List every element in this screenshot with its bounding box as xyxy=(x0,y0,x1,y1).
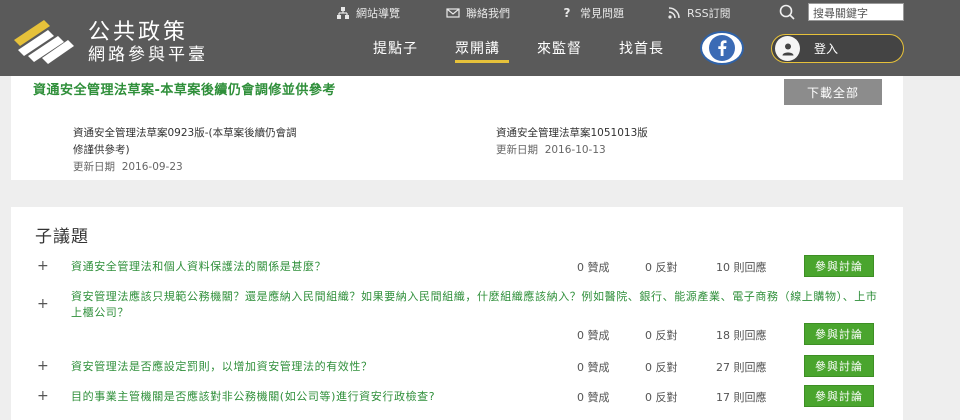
util-label: 網站導覽 xyxy=(356,7,400,20)
facebook-icon xyxy=(709,35,735,61)
subtopic-question[interactable]: 資安管理法是否應設定罰則，以增加資安管理法的有效性？ xyxy=(71,359,541,375)
search-icon[interactable] xyxy=(778,4,796,20)
question-icon: ? xyxy=(563,6,571,20)
util-link-contact[interactable]: 聯絡我們 xyxy=(446,5,510,21)
reply-count: 18 則回應 xyxy=(716,329,767,342)
user-icon xyxy=(775,36,800,61)
reply-count: 17 則回應 xyxy=(716,391,767,404)
facebook-button[interactable] xyxy=(700,31,744,65)
subtopics-card: 子議題 + 資通安全管理法和個人資料保護法的關係是甚麼？ 0 贊成 0 反對 1… xyxy=(11,207,903,420)
util-label: 聯絡我們 xyxy=(466,7,510,20)
rss-icon xyxy=(668,7,680,19)
agree-count: 0 贊成 xyxy=(577,391,610,404)
subtopic-row: + 資安管理法是否應設定罰則，以增加資安管理法的有效性？ 0 贊成 0 反對 2… xyxy=(11,355,903,381)
search-input[interactable]: 搜尋關鍵字 xyxy=(808,3,904,21)
join-discussion-button[interactable]: 參與討論 xyxy=(804,323,874,345)
join-discussion-button[interactable]: 參與討論 xyxy=(804,255,874,277)
util-label: RSS訂閱 xyxy=(687,7,731,20)
agree-count: 0 贊成 xyxy=(577,261,610,274)
agree-count: 0 贊成 xyxy=(577,361,610,374)
version-name[interactable]: 修謹供參考) xyxy=(73,142,297,159)
download-all-button[interactable]: 下載全部 xyxy=(784,79,882,105)
site-logo-icon[interactable] xyxy=(8,12,78,64)
expand-plus-icon[interactable]: + xyxy=(37,258,49,274)
expand-plus-icon[interactable]: + xyxy=(37,296,49,312)
document-version-2[interactable]: 資通安全管理法草案1051013版 更新日期 2016-10-13 xyxy=(496,125,648,159)
join-discussion-button[interactable]: 參與討論 xyxy=(804,355,874,377)
version-name[interactable]: 資通安全管理法草案0923版-(本草案後續仍會調 xyxy=(73,125,297,142)
nav-tab-discussion[interactable]: 眾開講 xyxy=(455,38,500,58)
reply-count: 10 則回應 xyxy=(716,261,767,274)
util-label: 常見問題 xyxy=(580,7,624,20)
util-link-faq[interactable]: ? 常見問題 xyxy=(560,5,624,21)
login-button[interactable]: 登入 xyxy=(771,34,904,63)
subtopic-question[interactable]: 目的事業主管機關是否應該對非公務機關(如公司等)進行資安行政檢查? xyxy=(71,389,561,405)
reply-count: 27 則回應 xyxy=(716,361,767,374)
subtopic-question[interactable]: 資安管理法應該只規範公務機關？還是應納入民間組織？如果要納入民間組織，什麼組織應… xyxy=(71,289,883,321)
subtopic-row: + 目的事業主管機關是否應該對非公務機關(如公司等)進行資安行政檢查? 0 贊成… xyxy=(11,385,903,411)
document-version-1[interactable]: 資通安全管理法草案0923版-(本草案後續仍會調 修謹供參考) 更新日期 201… xyxy=(73,125,297,176)
nav-tab-leaders[interactable]: 找首長 xyxy=(619,38,664,58)
join-discussion-button[interactable]: 參與討論 xyxy=(804,385,874,407)
subtopic-question[interactable]: 資通安全管理法和個人資料保護法的關係是甚麼？ xyxy=(71,259,541,275)
mail-icon xyxy=(446,8,460,18)
subtopics-heading: 子議題 xyxy=(35,227,89,247)
subtopic-row: + 資通安全管理法和個人資料保護法的關係是甚麼？ 0 贊成 0 反對 10 則回… xyxy=(11,255,903,281)
sitemap-icon xyxy=(337,7,349,19)
brand-subtitle: 網路參與平臺 xyxy=(88,45,208,65)
oppose-count: 0 反對 xyxy=(645,361,678,374)
version-date: 更新日期 2016-09-23 xyxy=(73,161,183,173)
nav-tab-ideas[interactable]: 提點子 xyxy=(373,38,418,58)
util-link-rss[interactable]: RSS訂閱 xyxy=(667,5,731,21)
nav-tab-monitor[interactable]: 來監督 xyxy=(537,38,582,58)
subtopic-row: + 資安管理法應該只規範公務機關？還是應納入民間組織？如果要納入民間組織，什麼組… xyxy=(11,287,903,347)
agree-count: 0 贊成 xyxy=(577,329,610,342)
expand-plus-icon[interactable]: + xyxy=(37,388,49,404)
site-header: 公共政策 網路參與平臺 網站導覽 聯絡我們 ? 常見問題 RSS訂閱 搜尋關鍵字… xyxy=(0,0,960,76)
document-title: 資通安全管理法草案-本草案後續仍會調修並供參考 xyxy=(33,83,336,98)
util-link-sitemap[interactable]: 網站導覽 xyxy=(336,5,400,21)
version-name[interactable]: 資通安全管理法草案1051013版 xyxy=(496,125,648,142)
oppose-count: 0 反對 xyxy=(645,261,678,274)
active-tab-indicator xyxy=(455,60,509,63)
login-label: 登入 xyxy=(814,42,839,56)
document-card: 資通安全管理法草案-本草案後續仍會調修並供參考 下載全部 資通安全管理法草案09… xyxy=(11,76,903,180)
oppose-count: 0 反對 xyxy=(645,391,678,404)
version-date: 更新日期 2016-10-13 xyxy=(496,144,606,156)
oppose-count: 0 反對 xyxy=(645,329,678,342)
expand-plus-icon[interactable]: + xyxy=(37,358,49,374)
